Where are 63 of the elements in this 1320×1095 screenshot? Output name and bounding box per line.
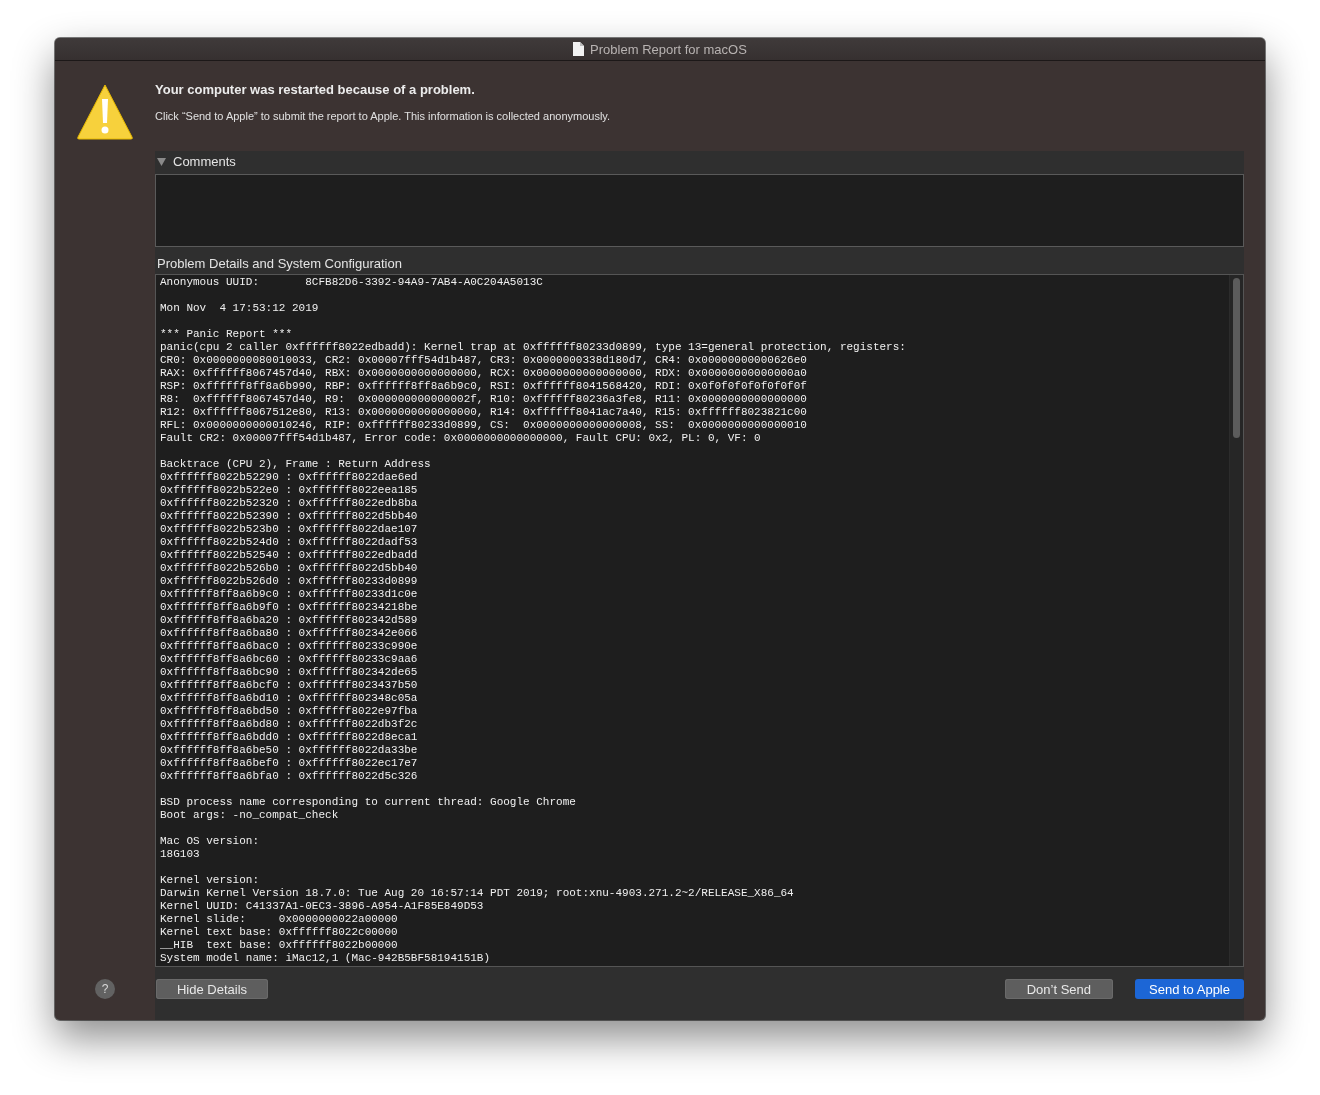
- alert-heading: Your computer was restarted because of a problem.: [155, 82, 476, 97]
- report-line: 0xffffff8ff8a6bac0 : 0xffffff80233c990e: [160, 640, 418, 653]
- report-line: Mac OS version:: [160, 835, 260, 848]
- report-line: 0xffffff8ff8a6bfa0 : 0xffffff8022d5c326: [160, 770, 418, 783]
- report-line: 0xffffff8022b524d0 : 0xffffff8022dadf53: [160, 536, 418, 549]
- report-line: 0xffffff8ff8a6ba80 : 0xffffff802342e066: [160, 627, 418, 640]
- help-button[interactable]: ?: [95, 979, 115, 999]
- report-line: Kernel UUID: C41337A1-0EC3-3896-A954-A1F85E849D53: [160, 900, 484, 913]
- report-line: 0xffffff8ff8a6b9f0 : 0xffffff80234218be: [160, 601, 418, 614]
- report-line: panic(cpu 2 caller 0xffffff8022edbadd): Kernel trap at 0xffffff80233d0899, type 13=general protection, registers:: [160, 341, 906, 354]
- report-line: 0xffffff8022b52290 : 0xffffff8022dae6ed: [160, 471, 418, 484]
- report-line: 0xffffff8022b526b0 : 0xffffff8022d5bb40: [160, 562, 418, 575]
- window-title: Problem Report for macOS: [590, 41, 747, 57]
- comments-field[interactable]: [155, 174, 1244, 247]
- report-line: *** Panic Report ***: [160, 328, 293, 341]
- hide-details-button[interactable]: Hide Details: [156, 979, 268, 999]
- warning-icon: [76, 83, 134, 141]
- report-line: R12: 0xffffff8067512e80, R13: 0x0000000000000000, R14: 0xffffff8041ac7a40, R15: 0xffffff8023821c00: [160, 406, 807, 419]
- report-line: Kernel text base: 0xffffff8022c00000: [160, 926, 398, 939]
- report-line: __HIB text base: 0xffffff8022b00000: [160, 939, 398, 952]
- report-line: Boot args: -no_compat_check: [160, 809, 339, 822]
- report-line: 0xffffff8ff8a6be50 : 0xffffff8022da33be: [160, 744, 418, 757]
- report-line: BSD process name corresponding to current thread: Google Chrome: [160, 796, 576, 809]
- report-line: Mon Nov 4 17:53:12 2019: [160, 302, 319, 315]
- report-line: Backtrace (CPU 2), Frame : Return Address: [160, 458, 431, 471]
- alert-message: Click “Send to Apple” to submit the report to Apple. This information is collected anonymously.: [155, 110, 612, 122]
- report-line: RFL: 0x0000000000010246, RIP: 0xffffff80233d0899, CS: 0x0000000000000008, SS: 0x0000000000000010: [160, 419, 807, 432]
- report-line: 0xffffff8022b52320 : 0xffffff8022edb8ba: [160, 497, 418, 510]
- report-line: 0xffffff8022b526d0 : 0xffffff80233d0899: [160, 575, 418, 588]
- scrollbar-thumb[interactable]: [1233, 278, 1240, 438]
- scrollbar[interactable]: [1229, 275, 1243, 966]
- document-icon: [573, 42, 585, 56]
- disclosure-triangle-icon[interactable]: [157, 157, 166, 166]
- report-line: 0xffffff8022b522e0 : 0xffffff8022eea185: [160, 484, 418, 497]
- report-line: 0xffffff8ff8a6bef0 : 0xffffff8022ec17e7: [160, 757, 418, 770]
- send-button[interactable]: Send to Apple: [1135, 979, 1244, 999]
- dont-send-button[interactable]: Don’t Send: [1004, 979, 1114, 999]
- report-line: 0xffffff8ff8a6bd50 : 0xffffff8022e97fba: [160, 705, 418, 718]
- report-line: 0xffffff8ff8a6bd10 : 0xffffff802348c05a: [160, 692, 418, 705]
- report-line: 0xffffff8ff8a6bdd0 : 0xffffff8022d8eca1: [160, 731, 418, 744]
- report-line: 0xffffff8022b523b0 : 0xffffff8022dae107: [160, 523, 418, 536]
- report-line: Kernel version:: [160, 874, 260, 887]
- report-line: 0xffffff8ff8a6bc90 : 0xffffff802342de65: [160, 666, 418, 679]
- report-line: 0xffffff8ff8a6b9c0 : 0xffffff80233d1c0e: [160, 588, 418, 601]
- report-line: 0xffffff8022b52540 : 0xffffff8022edbadd: [160, 549, 418, 562]
- report-line: RAX: 0xffffff8067457d40, RBX: 0x0000000000000000, RCX: 0x0000000000000000, RDX: 0x00000000000000a0: [160, 367, 807, 380]
- comments-disclosure[interactable]: Comments: [155, 151, 238, 174]
- report-line: Kernel slide: 0x0000000022a00000: [160, 913, 398, 926]
- report-line: 18G103: [160, 848, 200, 861]
- report-line: 0xffffff8ff8a6bcf0 : 0xffffff8023437b50: [160, 679, 418, 692]
- report-line: Anonymous UUID: 8CFB82D6-3392-94A9-7AB4-A0C204A5013C: [160, 276, 543, 289]
- report-line: 0xffffff8ff8a6bd80 : 0xffffff8022db3f2c: [160, 718, 418, 731]
- details-label: Problem Details and System Configuration: [156, 255, 403, 273]
- report-line: RSP: 0xffffff8ff8a6b990, RBP: 0xffffff8ff8a6b9c0, RSI: 0xffffff8041568420, RDI: 0x0f0f0f0f0f0f0f0f: [160, 380, 807, 393]
- report-line: 0xffffff8ff8a6ba20 : 0xffffff802342d589: [160, 614, 418, 627]
- report-text-area[interactable]: [155, 274, 1244, 967]
- report-line: System model name: iMac12,1 (Mac-942B5BF58194151B): [160, 952, 491, 965]
- report-line: Fault CR2: 0x00007fff54d1b487, Error code: 0x0000000000000000, Fault CPU: 0x2, PL: 0, VF: 0: [160, 432, 761, 445]
- report-line: R8: 0xffffff8067457d40, R9: 0x000000000000002f, R10: 0xffffff80236a3fe8, R11: 0x0000000000000000: [160, 393, 807, 406]
- report-line: Darwin Kernel Version 18.7.0: Tue Aug 20 16:57:14 PDT 2019; root:xnu-4903.271.2~2/RELEASE_X86_64: [160, 887, 794, 900]
- report-line: CR0: 0x0000000080010033, CR2: 0x00007fff54d1b487, CR3: 0x0000000338d180d7, CR4: 0x00000000000626e0: [160, 354, 807, 367]
- report-line: 0xffffff8022b52390 : 0xffffff8022d5bb40: [160, 510, 418, 523]
- report-line: 0xffffff8ff8a6bc60 : 0xffffff80233c9aa6: [160, 653, 418, 666]
